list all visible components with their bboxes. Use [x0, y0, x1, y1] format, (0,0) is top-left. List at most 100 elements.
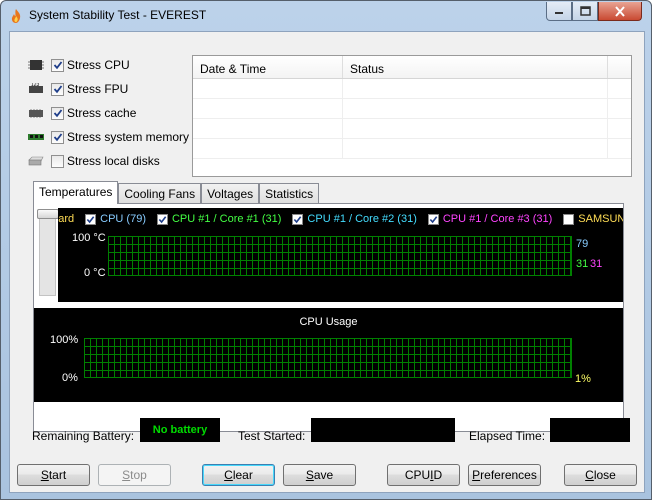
- legend-item[interactable]: CPU #1 / Core #1 (31): [156, 213, 281, 225]
- log-row[interactable]: [193, 79, 631, 99]
- tab-cooling-fans[interactable]: Cooling Fans: [118, 183, 202, 204]
- maximize-icon: [579, 6, 591, 16]
- save-button[interactable]: Save: [283, 464, 356, 486]
- stress-label: Stress cache: [67, 106, 137, 120]
- test-started-value: [311, 418, 455, 442]
- temperature-grid: [108, 236, 572, 276]
- minimize-icon: [555, 12, 563, 14]
- tab-voltages[interactable]: Voltages: [201, 183, 260, 204]
- stress-checkbox[interactable]: [51, 58, 64, 72]
- legend-checkbox[interactable]: [292, 213, 304, 225]
- tab-statistics[interactable]: Statistics: [259, 183, 320, 204]
- stress-checkbox[interactable]: [51, 130, 64, 144]
- clear-button-accel: C: [224, 468, 233, 482]
- stress-option-2[interactable]: 123 Stress FPU: [27, 81, 128, 97]
- cpu-usage-title: CPU Usage: [299, 316, 358, 328]
- log-cell: [193, 79, 343, 98]
- tab-strip: Temperatures Cooling Fans Voltages Statisti…: [33, 181, 320, 204]
- log-row[interactable]: [193, 139, 631, 159]
- cpuid-button-prefix: CPU: [404, 468, 431, 482]
- cache-chip-icon: [27, 107, 45, 119]
- legend-checkbox[interactable]: [563, 213, 575, 225]
- stress-option-1[interactable]: Stress CPU: [27, 57, 130, 73]
- close-window-button[interactable]: [598, 2, 642, 21]
- legend-label: CPU #1 / Core #3 (31): [442, 213, 553, 225]
- column-header-date-time[interactable]: Date & Time: [193, 56, 343, 78]
- legend-label: CPU #1 / Core #2 (31): [307, 213, 417, 225]
- column-header-status[interactable]: Status: [343, 56, 608, 78]
- stop-button-rest: top: [130, 468, 147, 482]
- legend-label: SAMSUNG: [578, 213, 623, 225]
- cpu-temp-reading: 79: [576, 238, 589, 250]
- tab-temperatures[interactable]: Temperatures: [33, 181, 119, 204]
- log-cell: [193, 139, 343, 158]
- temperature-legend: board CPU (79) CPU #1 / Core #1 (31) CPU #1…: [58, 211, 623, 227]
- stress-checkbox[interactable]: [51, 106, 64, 120]
- hard-disk-icon: [27, 155, 45, 167]
- title-bar[interactable]: System Stability Test - EVEREST: [1, 1, 651, 31]
- legend-item[interactable]: CPU #1 / Core #2 (31): [292, 213, 417, 225]
- cpu-axis-max: 100%: [50, 334, 79, 346]
- save-button-rest: ave: [313, 468, 334, 482]
- battery-label: Remaining Battery:: [32, 429, 135, 443]
- stress-option-5[interactable]: Stress local disks: [27, 153, 160, 169]
- close-button-accel: C: [585, 468, 594, 482]
- legend-checkbox[interactable]: [156, 213, 168, 225]
- stress-checkbox[interactable]: [51, 82, 64, 96]
- core3-temp-reading: 31: [590, 258, 603, 270]
- stress-checkbox[interactable]: [51, 154, 64, 168]
- log-row[interactable]: [193, 119, 631, 139]
- maximize-button[interactable]: [572, 2, 598, 21]
- cpu-usage-graph: CPU Usage 100% 0% 1%: [34, 308, 623, 402]
- start-button-rest: tart: [48, 468, 67, 482]
- close-button[interactable]: Close: [564, 464, 637, 486]
- log-cell: [193, 99, 343, 118]
- legend-checkbox[interactable]: [85, 213, 97, 225]
- clear-button[interactable]: Clear: [202, 464, 275, 486]
- legend-label: CPU (79): [100, 213, 146, 225]
- legend-item[interactable]: CPU #1 / Core #3 (31): [427, 213, 553, 225]
- column-header-spacer: [608, 56, 631, 78]
- legend-label: board: [58, 213, 75, 225]
- stress-label: Stress CPU: [67, 58, 130, 72]
- stress-label: Stress system memory: [67, 130, 190, 144]
- cpuid-button[interactable]: CPU I D: [387, 464, 460, 486]
- log-row[interactable]: [193, 99, 631, 119]
- test-started-label: Test Started:: [238, 429, 306, 443]
- preferences-button[interactable]: Preferences: [468, 464, 541, 486]
- graph-scroll-track[interactable]: [39, 210, 56, 296]
- stop-button[interactable]: Stop: [98, 464, 171, 486]
- start-button-accel: S: [40, 468, 49, 482]
- grid-frame: [108, 236, 572, 276]
- cpu-usage-reading: 1%: [575, 373, 591, 385]
- minimize-button[interactable]: [546, 2, 572, 21]
- preferences-button-accel: P: [472, 468, 481, 482]
- cpu-usage-grid: [84, 338, 572, 378]
- temp-axis-max: 100 °C: [72, 232, 106, 244]
- stress-option-4[interactable]: Stress system memory: [27, 129, 189, 145]
- log-cell: [343, 99, 608, 118]
- battery-value: No battery: [140, 418, 220, 442]
- legend-checkbox[interactable]: [427, 213, 439, 225]
- stress-label: Stress local disks: [67, 154, 160, 168]
- close-button-rest: lose: [593, 468, 616, 482]
- temperature-graph: board CPU (79) CPU #1 / Core #1 (31) CPU #1…: [58, 208, 623, 302]
- stop-button-accel: S: [122, 468, 131, 482]
- svg-text:123: 123: [31, 83, 40, 88]
- log-header: Date & Time Status: [193, 56, 631, 79]
- legend-item[interactable]: CPU (79): [85, 213, 146, 225]
- graph-scroll-thumb[interactable]: [37, 209, 59, 219]
- legend-item[interactable]: SAMSUNG: [563, 213, 623, 225]
- start-button[interactable]: Start: [17, 464, 90, 486]
- elapsed-time-label: Elapsed Time:: [469, 429, 546, 443]
- log-rows: [193, 79, 631, 159]
- clear-button-rest: lear: [232, 468, 253, 482]
- close-icon: [615, 5, 625, 17]
- cpuid-button-rest: D: [433, 468, 443, 482]
- stress-option-3[interactable]: Stress cache: [27, 105, 136, 121]
- log-cell: [343, 139, 608, 158]
- legend-item[interactable]: board: [58, 213, 74, 225]
- temperatures-tab-panel: board CPU (79) CPU #1 / Core #1 (31) CPU #1…: [33, 203, 624, 432]
- core1-temp-reading: 31: [576, 258, 589, 270]
- event-log-table[interactable]: Date & Time Status: [192, 55, 632, 177]
